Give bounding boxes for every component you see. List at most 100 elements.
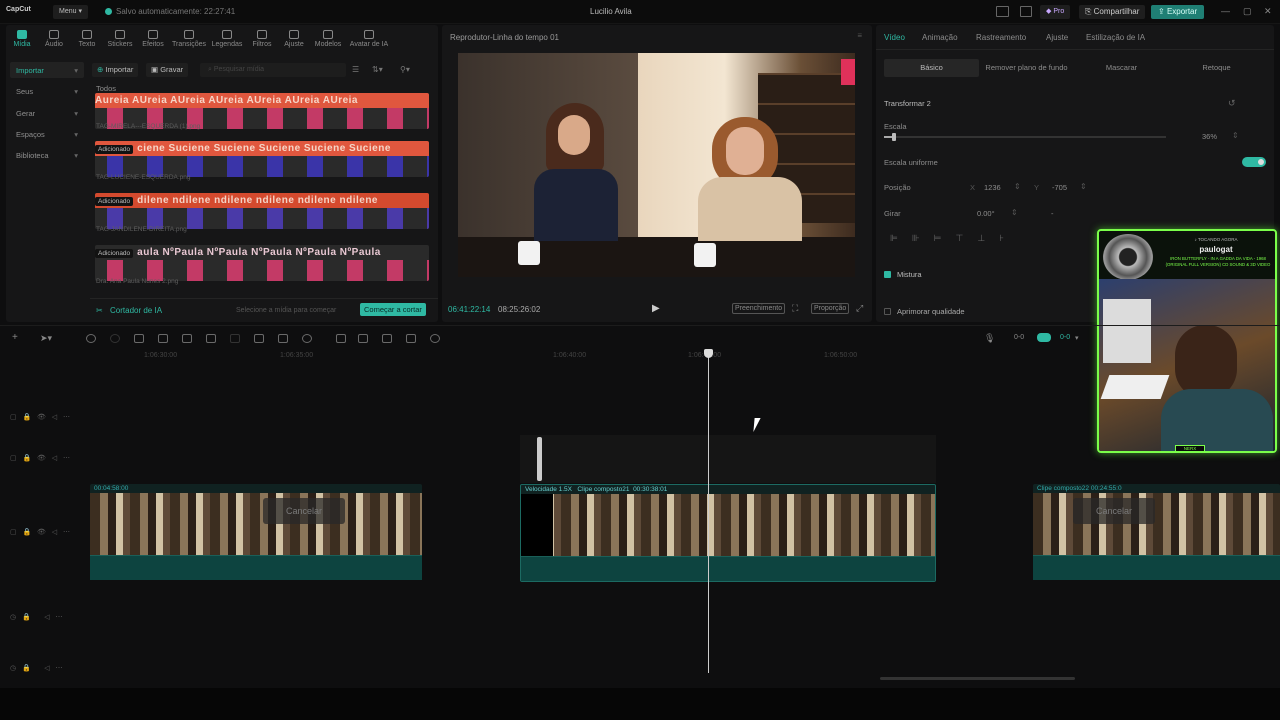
sort-icon[interactable]: ⇅▾ <box>372 65 383 74</box>
horizontal-scrollbar[interactable] <box>880 677 1075 680</box>
caption-icon[interactable] <box>382 334 392 343</box>
filter-icon[interactable]: ⚲▾ <box>400 65 410 74</box>
play-icon[interactable]: ▶ <box>652 303 660 314</box>
fullscreen-icon[interactable]: ⤢ <box>856 303 863 314</box>
view-toggle-icon[interactable]: ☰ <box>352 65 359 74</box>
export-button[interactable]: ⇪ Exportar <box>1151 5 1205 19</box>
split-icon[interactable] <box>134 334 144 343</box>
track-controls[interactable]: ▢ 🔒 👁 ◁ ⋯ <box>10 413 70 421</box>
share-button[interactable]: ⎘ Compartilhar <box>1079 5 1146 19</box>
layout-icon[interactable] <box>996 6 1009 17</box>
stepper-icon[interactable]: ⇕ <box>1232 131 1239 140</box>
track-controls[interactable]: ▢ 🔒 👁 ◁ ⋯ <box>10 528 70 536</box>
crop-icon[interactable]: ⛶ <box>792 303 798 314</box>
stepper-icon[interactable]: ⇕ <box>1014 182 1021 191</box>
playhead-handle[interactable] <box>704 349 713 358</box>
scale-slider[interactable] <box>884 133 1166 141</box>
sidebar-item-library[interactable]: Biblioteca ▾ <box>10 147 84 163</box>
tab-tracking[interactable]: Rastreamento <box>976 33 1026 42</box>
subtab-basic[interactable]: Básico <box>884 59 979 77</box>
track-controls[interactable]: ▢ 🔒 👁 ◁ ⋯ <box>10 454 70 462</box>
playhead[interactable] <box>708 355 709 673</box>
list-icon[interactable] <box>1020 6 1032 17</box>
fill-button[interactable]: Preenchimento <box>732 303 786 314</box>
draw-icon[interactable] <box>358 334 368 343</box>
redo-icon[interactable] <box>110 334 120 343</box>
align-icons[interactable]: ⊫⊪⊨⊤⊥⊦ <box>890 233 1018 244</box>
tab-transitions[interactable]: Transições <box>170 27 208 48</box>
rotate-flip[interactable]: - <box>1051 209 1054 218</box>
subtab-mask[interactable]: Mascarar <box>1074 59 1169 77</box>
magnet-toggle[interactable] <box>1037 333 1051 342</box>
select-tool-icon[interactable]: ➤▾ <box>40 333 52 344</box>
project-title[interactable]: Lucilio Avila <box>590 7 632 16</box>
cancel-button[interactable]: Cancelar <box>263 498 345 524</box>
delete-icon[interactable] <box>206 334 216 343</box>
clip-handle[interactable] <box>537 437 542 481</box>
tab-animation[interactable]: Animação <box>922 33 958 42</box>
media-item[interactable]: Adicionado aula NºPaula NºPaula NºPaula N… <box>95 245 429 281</box>
stepper-icon[interactable]: ⇕ <box>1080 182 1087 191</box>
maximize-icon[interactable]: ▢ <box>1243 6 1252 17</box>
magic-icon[interactable] <box>406 334 416 343</box>
enhance-label[interactable]: Aprimorar qualidade <box>897 307 965 316</box>
undo-icon[interactable] <box>86 334 96 343</box>
tab-adjust[interactable]: Ajuste <box>1046 33 1068 42</box>
split-right-icon[interactable] <box>182 334 192 343</box>
preview-axis-toggle[interactable]: 0-0 <box>1060 334 1070 341</box>
zoom-link-toggle[interactable]: 0-0 <box>1014 334 1024 341</box>
search-input[interactable]: ⌕ Pesquisar mídia <box>200 63 346 77</box>
tab-adjust[interactable]: Ajuste <box>275 27 313 48</box>
menu-button[interactable]: Menu ▾ <box>53 5 88 19</box>
chevron-down-icon[interactable]: ▾ <box>1075 334 1079 342</box>
split-left-icon[interactable] <box>158 334 168 343</box>
subtab-retouch[interactable]: Retoque <box>1169 59 1264 77</box>
pos-y-input[interactable]: -705 <box>1052 183 1067 192</box>
sidebar-item-import[interactable]: Importar ▾ <box>10 62 84 78</box>
sidebar-item-spaces[interactable]: Espaços ▾ <box>10 126 84 142</box>
tab-ai-avatar[interactable]: Avatar de IA <box>346 27 392 48</box>
blend-label[interactable]: Mistura <box>897 270 922 279</box>
track-controls[interactable]: ◷ 🔒 ◁ ⋯ <box>10 664 63 672</box>
rotate-input[interactable]: 0.00° <box>977 209 995 218</box>
video-clip-compound[interactable]: Velocidade 1.5X Clipe composto21 00:30:3… <box>520 484 936 582</box>
sidebar-item-generate[interactable]: Gerar ▾ <box>10 105 84 121</box>
ratio-button[interactable]: Proporção <box>811 303 850 314</box>
video-clip[interactable]: Clipe composto22 00:24:55:0 <box>1033 484 1280 582</box>
minimize-icon[interactable]: — <box>1221 6 1230 16</box>
mirror-icon[interactable] <box>278 334 288 343</box>
microphone-icon[interactable]: 🎙 <box>984 333 995 344</box>
person-icon[interactable] <box>430 334 440 343</box>
record-button[interactable]: ▣ Gravar <box>146 63 189 77</box>
enhance-checkbox[interactable] <box>884 308 891 315</box>
start-cutting-button[interactable]: Começar a cortar <box>360 303 426 316</box>
tab-captions[interactable]: Legendas <box>208 27 246 48</box>
tab-templates[interactable]: Modelos <box>309 27 347 48</box>
track-controls[interactable]: ◷ 🔒 ◁ ⋯ <box>10 613 63 621</box>
pos-x-input[interactable]: 1236 <box>984 183 1001 192</box>
scale-slider-knob[interactable] <box>892 133 896 141</box>
scale-value[interactable]: 36% <box>1202 132 1217 141</box>
close-icon[interactable]: ✕ <box>1264 6 1272 17</box>
rotate-icon[interactable] <box>302 334 312 343</box>
cancel-button[interactable]: Cancelar <box>1073 498 1155 524</box>
import-button[interactable]: ⊕ Importar <box>92 63 139 77</box>
freeze-icon[interactable] <box>230 334 240 343</box>
reset-icon[interactable]: ↺ <box>1228 98 1236 109</box>
subtab-remove-bg[interactable]: Remover plano de fundo <box>979 59 1074 77</box>
tab-effects[interactable]: Efeitos <box>134 27 172 48</box>
uniform-scale-toggle[interactable] <box>1242 157 1266 167</box>
tab-video[interactable]: Vídeo <box>884 33 905 42</box>
media-item[interactable]: Adicionado ciene Suciene Suciene Suciene … <box>95 141 429 177</box>
sidebar-item-yours[interactable]: Seus ▾ <box>10 83 84 99</box>
speed-icon[interactable] <box>336 334 346 343</box>
media-item[interactable]: Adicionado dilene ndilene ndilene ndilene… <box>95 193 429 229</box>
stepper-icon[interactable]: ⇕ <box>1011 208 1018 217</box>
video-preview[interactable] <box>458 53 855 277</box>
crop-icon[interactable] <box>254 334 264 343</box>
tab-ai-styling[interactable]: Estilização de IA <box>1086 33 1145 42</box>
more-icon[interactable]: ≡ <box>857 31 862 40</box>
add-track-icon[interactable]: + <box>12 332 18 343</box>
video-clip[interactable]: 00:04:58:00 <box>90 484 422 582</box>
blend-checkbox[interactable] <box>884 271 891 278</box>
